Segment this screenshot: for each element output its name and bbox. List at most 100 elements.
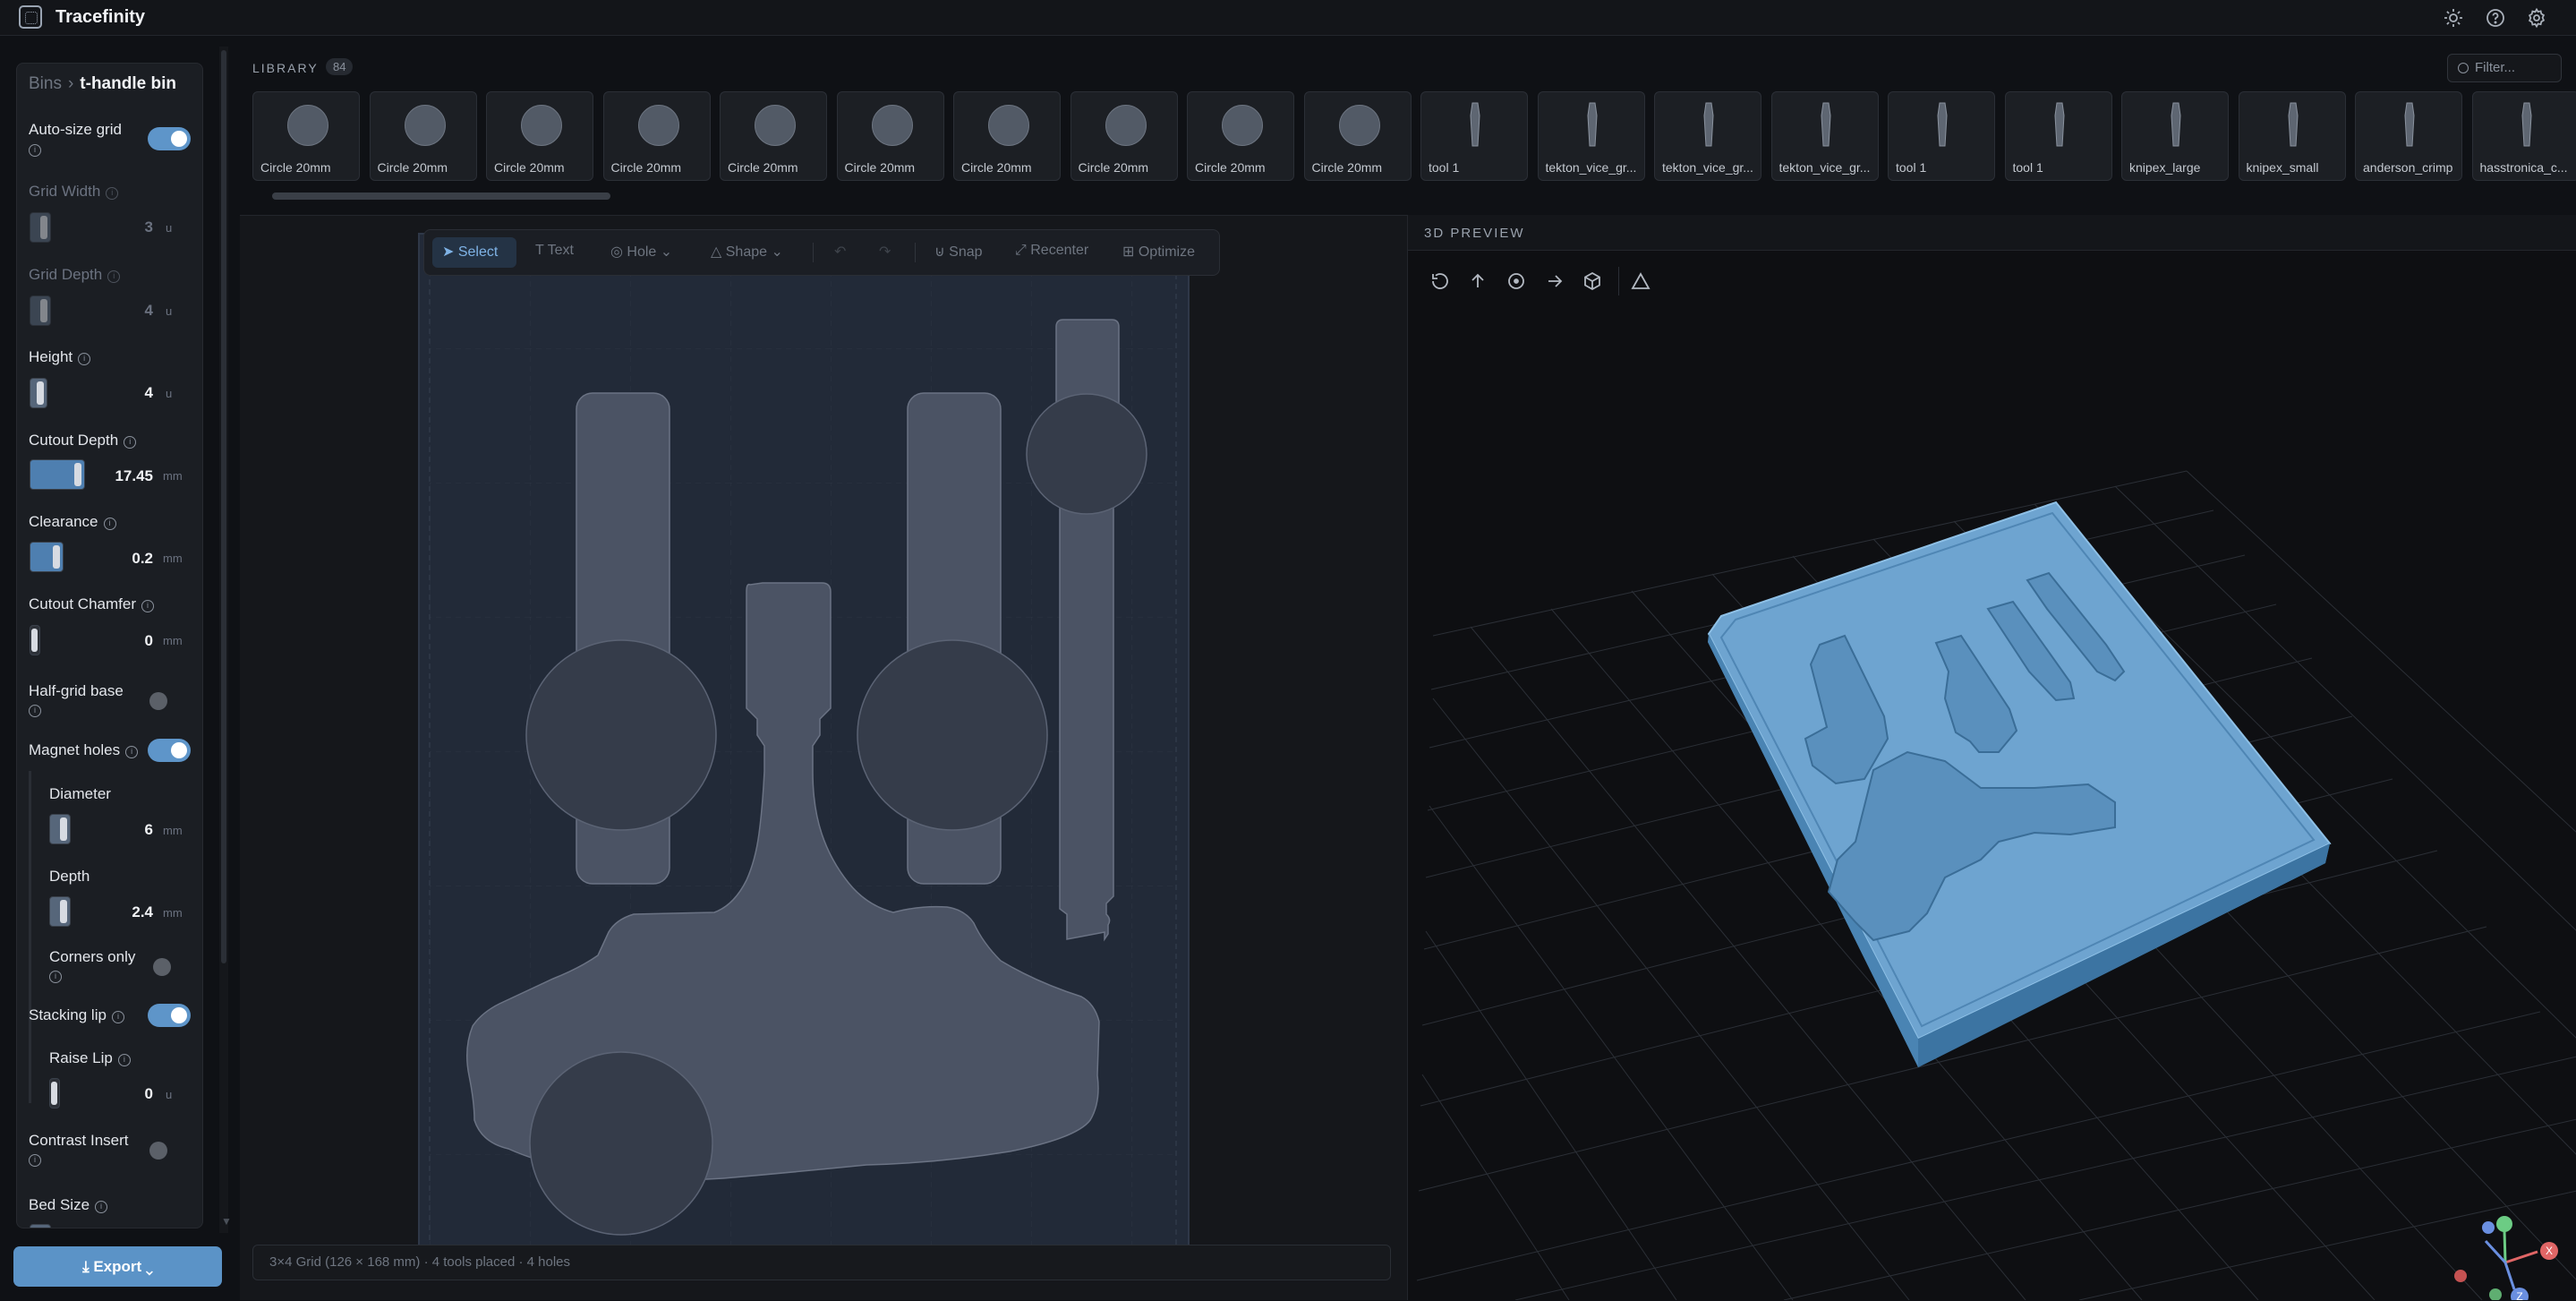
redo-icon[interactable]: ↷ (879, 243, 891, 261)
corners-only-toggle[interactable] (153, 958, 171, 976)
depth-slider[interactable] (49, 896, 71, 927)
tool-thumbnail (2512, 101, 2541, 148)
info-icon[interactable]: i (29, 1154, 41, 1167)
library-item[interactable]: tekton_vice_gr... (1771, 91, 1879, 181)
info-icon[interactable]: i (141, 600, 154, 612)
hole-circle-1 (526, 640, 716, 830)
undo-icon[interactable]: ↶ (834, 243, 846, 261)
download-icon: ⤓ (82, 1258, 93, 1275)
height-slider[interactable] (30, 378, 47, 408)
half-grid-base-toggle[interactable] (149, 692, 167, 710)
library-scrollbar[interactable] (252, 192, 2576, 201)
sun-icon[interactable] (2443, 7, 2464, 29)
hole-tool-button[interactable]: ◎ Hole ⌄ (610, 243, 672, 261)
raise-lip-value[interactable]: 0 (99, 1085, 153, 1103)
grid-width-slider[interactable] (30, 212, 51, 243)
grid-width-value[interactable]: 3 (99, 218, 153, 236)
auto-size-grid-toggle[interactable] (148, 127, 191, 150)
info-icon[interactable]: i (78, 353, 90, 365)
library-item[interactable]: anderson_crimp (2355, 91, 2462, 181)
cutout-chamfer-slider[interactable] (30, 625, 40, 655)
info-icon[interactable]: i (107, 270, 120, 283)
select-tool-label[interactable]: ➤ Select (442, 243, 498, 261)
library-item-name: tool 1 (2013, 160, 2110, 175)
snap-button[interactable]: ⊍ Snap (934, 243, 983, 261)
optimize-button[interactable]: ⊞ Optimize (1122, 243, 1195, 261)
circle-thumbnail (521, 105, 562, 146)
library-item[interactable]: tool 1 (1888, 91, 1995, 181)
library-item[interactable]: Circle 20mm (486, 91, 593, 181)
library-item[interactable]: tekton_vice_gr... (1654, 91, 1761, 181)
library-item-name: knipex_large (2129, 160, 2226, 175)
circle-thumbnail (1339, 105, 1380, 146)
library-filter-input[interactable]: Filter... (2447, 54, 2562, 82)
library-item[interactable]: Circle 20mm (1187, 91, 1294, 181)
cutout-chamfer-value[interactable]: 0 (99, 632, 153, 650)
info-icon[interactable]: i (118, 1054, 131, 1066)
cutout-depth-unit: mm (163, 469, 183, 483)
magnet-holes-toggle[interactable] (148, 739, 191, 762)
info-icon[interactable]: i (125, 746, 138, 758)
library-scroll-thumb[interactable] (272, 193, 610, 200)
library-panel: LIBRARY 84 Filter... Circle 20mmCircle 2… (240, 47, 2576, 208)
info-icon[interactable]: i (124, 436, 136, 449)
library-item[interactable]: Circle 20mm (252, 91, 360, 181)
library-item[interactable]: knipex_large (2121, 91, 2229, 181)
scroll-down-icon[interactable]: ▼ (221, 1215, 232, 1228)
info-icon[interactable]: i (104, 518, 116, 530)
library-item[interactable]: Circle 20mm (370, 91, 477, 181)
library-item[interactable]: tekton_vice_gr... (1538, 91, 1645, 181)
preview-header: 3D PREVIEW (1408, 215, 2576, 251)
export-button[interactable]: ⤓ Export ⌄ (13, 1246, 222, 1287)
bin-canvas-svg[interactable] (240, 216, 1407, 1301)
contrast-insert-toggle[interactable] (149, 1142, 167, 1160)
toolbar-divider (915, 243, 916, 262)
cursor-icon: ➤ (442, 244, 458, 260)
status-bar: 3×4 Grid (126 × 168 mm) · 4 tools placed… (252, 1245, 1391, 1280)
library-item[interactable]: Circle 20mm (720, 91, 827, 181)
diameter-slider[interactable] (49, 814, 71, 844)
grid-depth-slider[interactable] (30, 295, 51, 326)
library-item-name: Circle 20mm (494, 160, 591, 175)
recenter-button[interactable]: ⤢ Recenter (1015, 243, 1088, 259)
library-item-name: Circle 20mm (961, 160, 1058, 175)
gear-icon[interactable] (2526, 7, 2547, 29)
toolbar-divider (813, 243, 814, 262)
stacking-lip-toggle[interactable] (148, 1004, 191, 1027)
text-tool-button[interactable]: T Text (535, 243, 574, 259)
layout-canvas[interactable] (240, 215, 1407, 1300)
info-icon[interactable]: i (106, 187, 118, 200)
info-icon[interactable]: i (95, 1201, 107, 1213)
shape-tool-button[interactable]: △ Shape ⌄ (711, 243, 783, 261)
cutout-depth-slider[interactable] (30, 459, 85, 490)
bed-size-slider[interactable] (30, 1224, 51, 1228)
height-value[interactable]: 4 (99, 384, 153, 402)
library-item[interactable]: tool 1 (1420, 91, 1528, 181)
diameter-value[interactable]: 6 (99, 821, 153, 839)
library-item[interactable]: tool 1 (2005, 91, 2112, 181)
axis-x-label: X (2546, 1245, 2553, 1257)
cutout-depth-value[interactable]: 17.45 (99, 467, 153, 485)
grid-depth-value[interactable]: 4 (99, 302, 153, 320)
library-item[interactable]: knipex_small (2239, 91, 2346, 181)
circle-thumbnail (287, 105, 328, 146)
preview-panel[interactable]: 3D PREVIEW (1407, 215, 2576, 1300)
sidebar-scrollbar[interactable] (219, 47, 228, 1233)
help-icon[interactable] (2485, 7, 2506, 29)
library-item[interactable]: Circle 20mm (953, 91, 1061, 181)
info-icon[interactable]: i (49, 971, 62, 983)
preview-3d-viewport[interactable]: X Z (1408, 251, 2576, 1300)
raise-lip-slider[interactable] (49, 1078, 60, 1108)
clearance-value[interactable]: 0.2 (99, 550, 153, 568)
library-item[interactable]: hasstronica_c... (2472, 91, 2576, 181)
clearance-slider[interactable] (30, 542, 64, 572)
library-item[interactable]: Circle 20mm (1304, 91, 1412, 181)
library-item[interactable]: Circle 20mm (1070, 91, 1178, 181)
library-item[interactable]: Circle 20mm (837, 91, 944, 181)
library-item[interactable]: Circle 20mm (603, 91, 711, 181)
breadcrumb-bins-link[interactable]: Bins (29, 74, 62, 93)
depth-value[interactable]: 2.4 (99, 903, 153, 921)
info-icon[interactable]: i (29, 144, 41, 157)
info-icon[interactable]: i (112, 1011, 124, 1023)
info-icon[interactable]: i (29, 705, 41, 717)
